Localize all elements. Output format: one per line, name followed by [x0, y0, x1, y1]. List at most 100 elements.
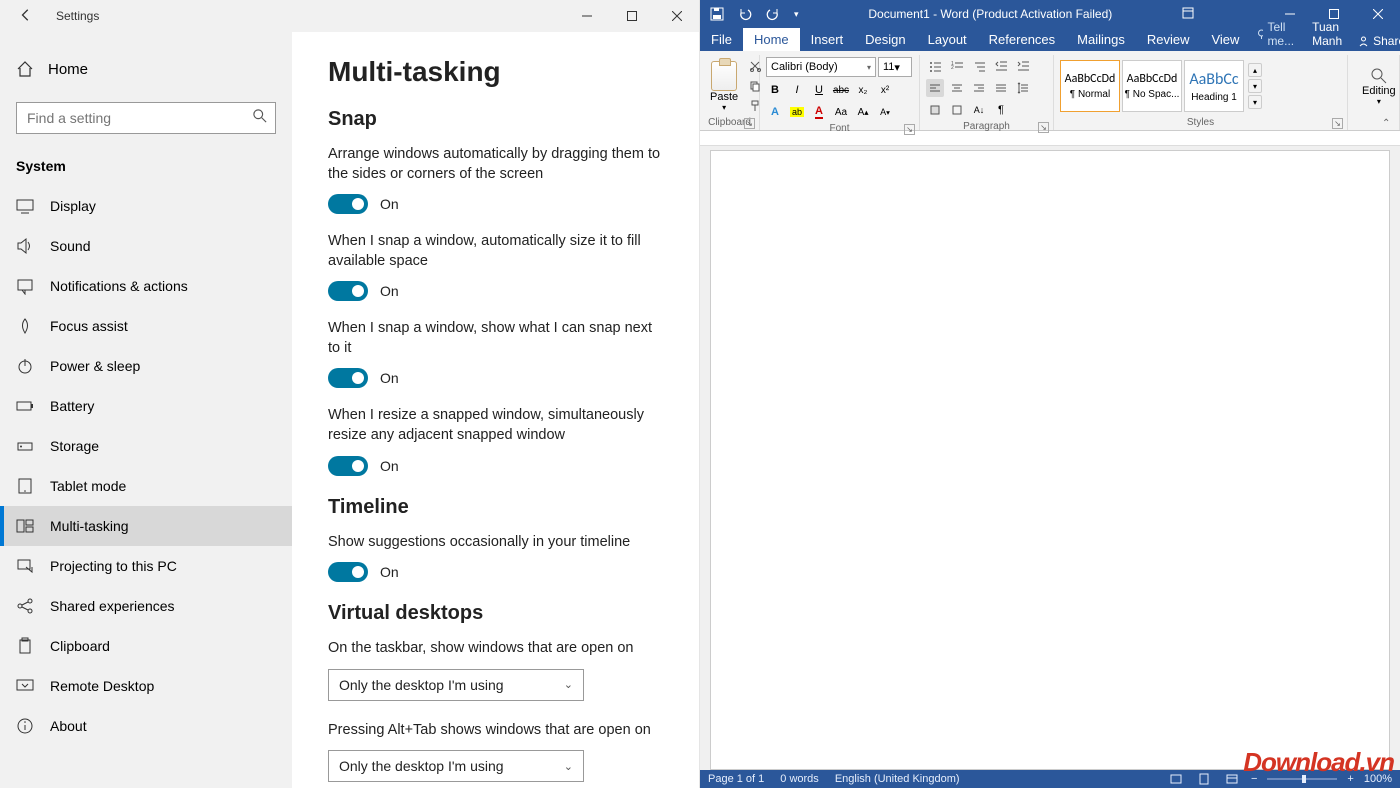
qat-customize-icon[interactable]: ▾ [794, 9, 799, 20]
numbering-button[interactable]: 12 [948, 57, 966, 75]
status-language[interactable]: English (United Kingdom) [835, 773, 960, 785]
font-color-button[interactable]: A [810, 103, 828, 121]
superscript-button[interactable]: x² [876, 81, 894, 99]
vd-dropdown-alttab[interactable]: Only the desktop I'm using ⌄ [328, 750, 584, 782]
search-box[interactable] [16, 102, 276, 134]
tab-view[interactable]: View [1200, 28, 1250, 51]
search-input[interactable] [27, 103, 245, 133]
web-layout-icon[interactable] [1223, 770, 1241, 788]
bold-button[interactable]: B [766, 81, 784, 99]
sidebar-item-power-sleep[interactable]: Power & sleep [0, 346, 292, 386]
italic-button[interactable]: I [788, 81, 806, 99]
sidebar-item-remote-desktop[interactable]: Remote Desktop [0, 666, 292, 706]
status-words[interactable]: 0 words [780, 773, 819, 785]
sidebar-item-display[interactable]: Display [0, 186, 292, 226]
user-name[interactable]: Tuan Manh [1304, 17, 1350, 51]
home-nav-item[interactable]: Home [0, 48, 292, 90]
change-case-button[interactable]: Aa [832, 103, 850, 121]
editing-button[interactable]: Editing ▾ [1354, 67, 1400, 106]
close-button[interactable] [654, 0, 699, 32]
snap-toggle-1[interactable] [328, 194, 368, 214]
maximize-button[interactable] [609, 0, 654, 32]
sidebar-item-sound[interactable]: Sound [0, 226, 292, 266]
align-left-button[interactable] [926, 79, 944, 97]
snap-toggle-4[interactable] [328, 456, 368, 476]
multilevel-list-button[interactable] [970, 57, 988, 75]
underline-button[interactable]: U [810, 81, 828, 99]
timeline-toggle-1[interactable] [328, 562, 368, 582]
font-name-selector[interactable]: Calibri (Body) ▾ [766, 57, 876, 77]
redo-icon[interactable] [766, 7, 780, 21]
word-close-button[interactable] [1356, 0, 1400, 28]
subscript-button[interactable]: x₂ [854, 81, 872, 99]
sidebar-item-projecting[interactable]: Projecting to this PC [0, 546, 292, 586]
highlight-button[interactable]: ab [788, 103, 806, 121]
tell-me-box[interactable]: Tell me... [1250, 17, 1304, 51]
collapse-ribbon-icon[interactable]: ⌃ [1382, 118, 1396, 128]
font-size-selector[interactable]: 11 ▾ [878, 57, 912, 77]
tab-file[interactable]: File [700, 28, 743, 51]
tab-design[interactable]: Design [854, 28, 916, 51]
align-right-button[interactable] [970, 79, 988, 97]
tab-references[interactable]: References [978, 28, 1066, 51]
vd-dropdown-taskbar-value: Only the desktop I'm using [339, 677, 504, 693]
increase-indent-button[interactable] [1014, 57, 1032, 75]
vd-dropdown-taskbar[interactable]: Only the desktop I'm using ⌄ [328, 669, 584, 701]
sidebar-item-tablet-mode[interactable]: Tablet mode [0, 466, 292, 506]
zoom-in-button[interactable]: + [1347, 773, 1353, 785]
snap-toggle-3[interactable] [328, 368, 368, 388]
zoom-out-button[interactable]: − [1251, 773, 1257, 785]
borders-button[interactable] [948, 101, 966, 119]
read-mode-icon[interactable] [1167, 770, 1185, 788]
style-normal[interactable]: AaBbCcDd ¶ Normal [1060, 60, 1120, 112]
justify-button[interactable] [992, 79, 1010, 97]
styles-scroll-down-icon[interactable]: ▾ [1248, 79, 1262, 93]
zoom-slider[interactable] [1267, 778, 1337, 780]
shading-button[interactable] [926, 101, 944, 119]
show-marks-button[interactable]: ¶ [992, 101, 1010, 119]
document-page[interactable] [710, 150, 1390, 770]
sidebar-item-storage[interactable]: Storage [0, 426, 292, 466]
sidebar-item-battery[interactable]: Battery [0, 386, 292, 426]
decrease-indent-button[interactable] [992, 57, 1010, 75]
style-no-spacing[interactable]: AaBbCcDd ¶ No Spac... [1122, 60, 1182, 112]
font-launcher-icon[interactable]: ↘ [904, 124, 915, 135]
save-icon[interactable] [710, 7, 724, 21]
line-spacing-button[interactable] [1014, 79, 1032, 97]
grow-font-button[interactable]: A▴ [854, 103, 872, 121]
zoom-level[interactable]: 100% [1364, 773, 1392, 785]
tab-review[interactable]: Review [1136, 28, 1201, 51]
sidebar-item-shared-experiences[interactable]: Shared experiences [0, 586, 292, 626]
font-name-value: Calibri (Body) [771, 61, 838, 73]
back-button[interactable] [16, 8, 36, 25]
undo-icon[interactable] [738, 7, 752, 21]
shrink-font-button[interactable]: A▾ [876, 103, 894, 121]
tab-layout[interactable]: Layout [917, 28, 978, 51]
styles-scroll-up-icon[interactable]: ▴ [1248, 63, 1262, 77]
paragraph-launcher-icon[interactable]: ↘ [1038, 122, 1049, 133]
style-heading-1[interactable]: AaBbCc Heading 1 [1184, 60, 1244, 112]
ribbon-display-options-icon[interactable] [1182, 7, 1194, 22]
styles-launcher-icon[interactable]: ↘ [1332, 118, 1343, 129]
minimize-button[interactable] [564, 0, 609, 32]
sort-button[interactable]: A↓ [970, 101, 988, 119]
sidebar-item-clipboard[interactable]: Clipboard [0, 626, 292, 666]
strikethrough-button[interactable]: abc [832, 81, 850, 99]
sidebar-item-notifications[interactable]: Notifications & actions [0, 266, 292, 306]
tab-insert[interactable]: Insert [800, 28, 855, 51]
styles-expand-icon[interactable]: ▾ [1248, 95, 1262, 109]
snap-toggle-2[interactable] [328, 281, 368, 301]
clipboard-launcher-icon[interactable]: ↘ [744, 118, 755, 129]
sidebar-item-multi-tasking[interactable]: Multi-tasking [0, 506, 292, 546]
bullets-button[interactable] [926, 57, 944, 75]
align-center-button[interactable] [948, 79, 966, 97]
text-effects-button[interactable]: A [766, 103, 784, 121]
paste-button[interactable]: Paste ▾ [706, 61, 742, 112]
share-button[interactable]: Share [1350, 31, 1400, 51]
status-page[interactable]: Page 1 of 1 [708, 773, 764, 785]
sidebar-item-about[interactable]: About [0, 706, 292, 746]
tab-mailings[interactable]: Mailings [1066, 28, 1136, 51]
tab-home[interactable]: Home [743, 28, 800, 51]
sidebar-item-focus-assist[interactable]: Focus assist [0, 306, 292, 346]
print-layout-icon[interactable] [1195, 770, 1213, 788]
